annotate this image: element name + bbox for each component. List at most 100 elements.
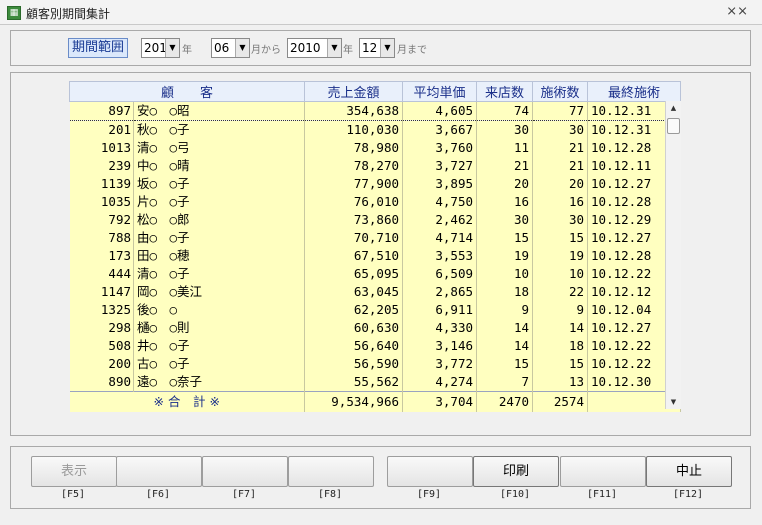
customer-number: 897 (69, 101, 134, 121)
avg-price: 3,895 (402, 175, 478, 193)
table-row[interactable]: 201 秋○ ○子 110,030 3,667 30 30 10.12.31 (69, 120, 682, 139)
function-key-label: [F5] (60, 489, 86, 500)
function-button-f9[interactable] (387, 456, 473, 487)
close-icon[interactable]: ⨯⨯ (726, 4, 748, 19)
sales-amount: 78,270 (304, 157, 404, 175)
sales-amount: 67,510 (304, 247, 404, 265)
table-row[interactable]: 508 井○ ○子 56,640 3,146 14 18 10.12.22 (69, 337, 682, 355)
table-row[interactable]: 173 田○ ○穂 67,510 3,553 19 19 10.12.28 (69, 247, 682, 265)
from-year-select[interactable]: 2010 ▼ (141, 38, 180, 58)
avg-price: 6,509 (402, 265, 478, 283)
customer-number: 200 (69, 355, 134, 373)
table-row[interactable]: 444 清○ ○子 65,095 6,509 10 10 10.12.22 (69, 265, 682, 283)
function-key-label: [F11] (586, 489, 618, 500)
customer-number: 298 (69, 319, 134, 337)
treatment-count: 19 (532, 247, 589, 265)
treatment-count: 15 (532, 355, 589, 373)
avg-price: 3,727 (402, 157, 478, 175)
customer-name: 片○ ○子 (133, 193, 306, 211)
table-row[interactable]: 298 樋○ ○則 60,630 4,330 14 14 10.12.27 (69, 319, 682, 337)
scroll-down-icon[interactable]: ▼ (666, 395, 681, 409)
column-header-visits[interactable]: 来店数 (476, 81, 534, 102)
table-row[interactable]: 1325 後○ ○ 62,205 6,911 9 9 10.12.04 (69, 301, 682, 319)
customer-number: 239 (69, 157, 134, 175)
table-row[interactable]: 200 古○ ○子 56,590 3,772 15 15 10.12.22 (69, 355, 682, 373)
results-panel: 顧 客 売上金額 平均単価 来店数 施術数 最終施術 897 安○ ○昭 354,6… (10, 72, 751, 436)
table-row[interactable]: 788 由○ ○子 70,710 4,714 15 15 10.12.27 (69, 229, 682, 247)
customer-summary-table: 顧 客 売上金額 平均単価 来店数 施術数 最終施術 897 安○ ○昭 354,6… (68, 81, 682, 412)
sales-amount: 55,562 (304, 373, 404, 392)
treatment-count: 10 (532, 265, 589, 283)
customer-number: 201 (69, 120, 134, 139)
table-row[interactable]: 792 松○ ○郎 73,860 2,462 30 30 10.12.29 (69, 211, 682, 229)
table-row[interactable]: 1013 清○ ○弓 78,980 3,760 11 21 10.12.28 (69, 139, 682, 157)
function-button-f12[interactable]: 中止 (646, 456, 732, 487)
function-key-label: [F9] (416, 489, 442, 500)
total-label: ※ 合 計 ※ (69, 391, 306, 412)
chevron-down-icon[interactable]: ▼ (235, 39, 249, 57)
sales-amount: 76,010 (304, 193, 404, 211)
avg-price: 4,750 (402, 193, 478, 211)
sales-amount: 60,630 (304, 319, 404, 337)
customer-name: 井○ ○子 (133, 337, 306, 355)
sales-amount: 63,045 (304, 283, 404, 301)
table-row[interactable]: 890 遠○ ○奈子 55,562 4,274 7 13 10.12.30 (69, 373, 682, 392)
scroll-up-icon[interactable]: ▲ (666, 101, 681, 115)
function-key-label: [F12] (672, 489, 704, 500)
sales-amount: 56,590 (304, 355, 404, 373)
avg-price: 4,330 (402, 319, 478, 337)
treatment-count: 22 (532, 283, 589, 301)
customer-number: 1325 (69, 301, 134, 319)
visit-count: 18 (476, 283, 534, 301)
customer-name: 坂○ ○子 (133, 175, 306, 193)
customer-name: 清○ ○子 (133, 265, 306, 283)
from-month-value: 06 (214, 41, 230, 55)
sales-amount: 77,900 (304, 175, 404, 193)
sales-amount: 78,980 (304, 139, 404, 157)
treatment-count: 15 (532, 229, 589, 247)
from-month-unit: 月から (251, 45, 281, 56)
function-button-f5[interactable]: 表示 (31, 456, 117, 487)
table-row[interactable]: 1139 坂○ ○子 77,900 3,895 20 20 10.12.27 (69, 175, 682, 193)
visit-count: 15 (476, 355, 534, 373)
avg-price: 4,605 (402, 101, 478, 121)
table-row[interactable]: 239 中○ ○晴 78,270 3,727 21 21 10.12.11 (69, 157, 682, 175)
to-year-select[interactable]: 2010 ▼ (287, 38, 342, 58)
title-bar: ▦ 顧客別期間集計 ⨯⨯ (0, 0, 762, 25)
customer-name: 樋○ ○則 (133, 319, 306, 337)
chevron-down-icon[interactable]: ▼ (327, 39, 341, 57)
table-header-row: 顧 客 売上金額 平均単価 来店数 施術数 最終施術 (68, 81, 682, 102)
period-label: 期間範囲 (68, 38, 129, 58)
treatment-count: 77 (532, 101, 589, 121)
vertical-scrollbar[interactable]: ▲ ▼ (665, 101, 681, 409)
chevron-down-icon[interactable]: ▼ (380, 39, 394, 57)
to-year-unit: 年 (343, 45, 353, 56)
chevron-down-icon[interactable]: ▼ (165, 39, 179, 57)
visit-count: 9 (476, 301, 534, 319)
sales-amount: 354,638 (304, 101, 404, 121)
function-button-f10[interactable]: 印刷 (473, 456, 559, 487)
column-header-avg-price[interactable]: 平均単価 (402, 81, 478, 102)
avg-price: 3,667 (402, 120, 478, 139)
function-button-f6[interactable] (116, 456, 202, 487)
customer-number: 1035 (69, 193, 134, 211)
table-row[interactable]: 1147 岡○ ○美江 63,045 2,865 18 22 10.12.12 (69, 283, 682, 301)
customer-name: 古○ ○子 (133, 355, 306, 373)
table-row[interactable]: 1035 片○ ○子 76,010 4,750 16 16 10.12.28 (69, 193, 682, 211)
visit-count: 11 (476, 139, 534, 157)
avg-price: 3,146 (402, 337, 478, 355)
column-header-treatments[interactable]: 施術数 (532, 81, 589, 102)
column-header-sales[interactable]: 売上金額 (304, 81, 404, 102)
avg-price: 3,553 (402, 247, 478, 265)
from-month-select[interactable]: 06 ▼ (211, 38, 250, 58)
to-month-select[interactable]: 12 ▼ (359, 38, 395, 58)
function-key-label: [F6] (145, 489, 171, 500)
function-button-f7[interactable] (202, 456, 288, 487)
column-header-customer[interactable]: 顧 客 (68, 81, 306, 102)
avg-price: 4,274 (402, 373, 478, 392)
column-header-last-treatment[interactable]: 最終施術 (587, 81, 682, 102)
scroll-thumb[interactable] (667, 118, 680, 134)
function-button-f8[interactable] (288, 456, 374, 487)
table-row[interactable]: 897 安○ ○昭 354,638 4,605 74 77 10.12.31 (69, 101, 682, 121)
function-button-f11[interactable] (560, 456, 646, 487)
